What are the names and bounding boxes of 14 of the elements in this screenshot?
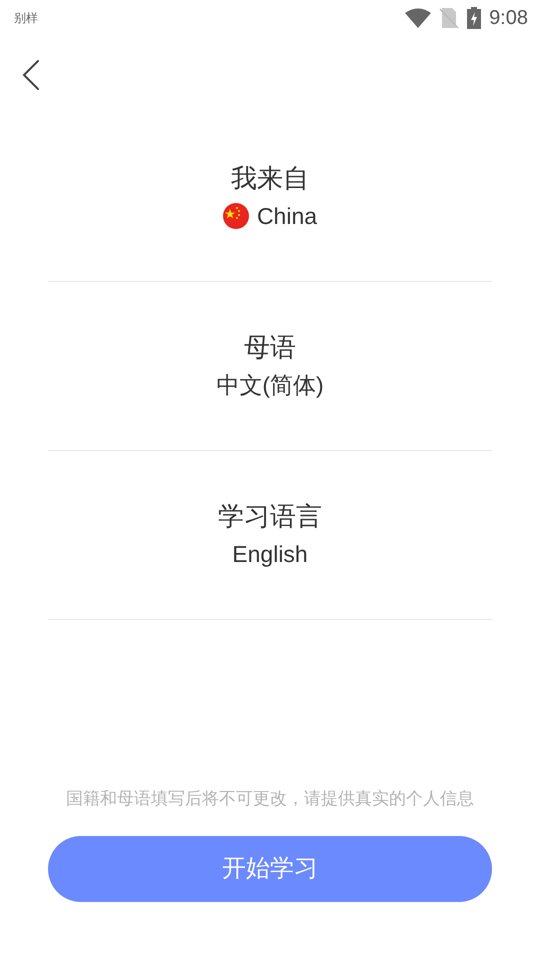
carrier-name: 别样 bbox=[14, 10, 38, 27]
flag-icon bbox=[222, 203, 249, 229]
back-icon[interactable] bbox=[22, 58, 40, 90]
field-label: 我来自 bbox=[231, 163, 309, 193]
battery-charging-icon bbox=[467, 7, 482, 29]
wifi-icon bbox=[405, 8, 432, 28]
field-label: 母语 bbox=[244, 332, 296, 362]
field-value[interactable]: 中文(简体) bbox=[216, 370, 324, 400]
notice-text: 国籍和母语填写后将不可更改，请提供真实的个人信息 bbox=[65, 788, 475, 810]
status-time: 9:08 bbox=[489, 6, 528, 31]
no-sim-icon bbox=[439, 7, 460, 29]
field-label: 学习语言 bbox=[218, 501, 322, 531]
field-value[interactable]: China bbox=[256, 201, 318, 231]
field-value[interactable]: English bbox=[232, 539, 308, 569]
